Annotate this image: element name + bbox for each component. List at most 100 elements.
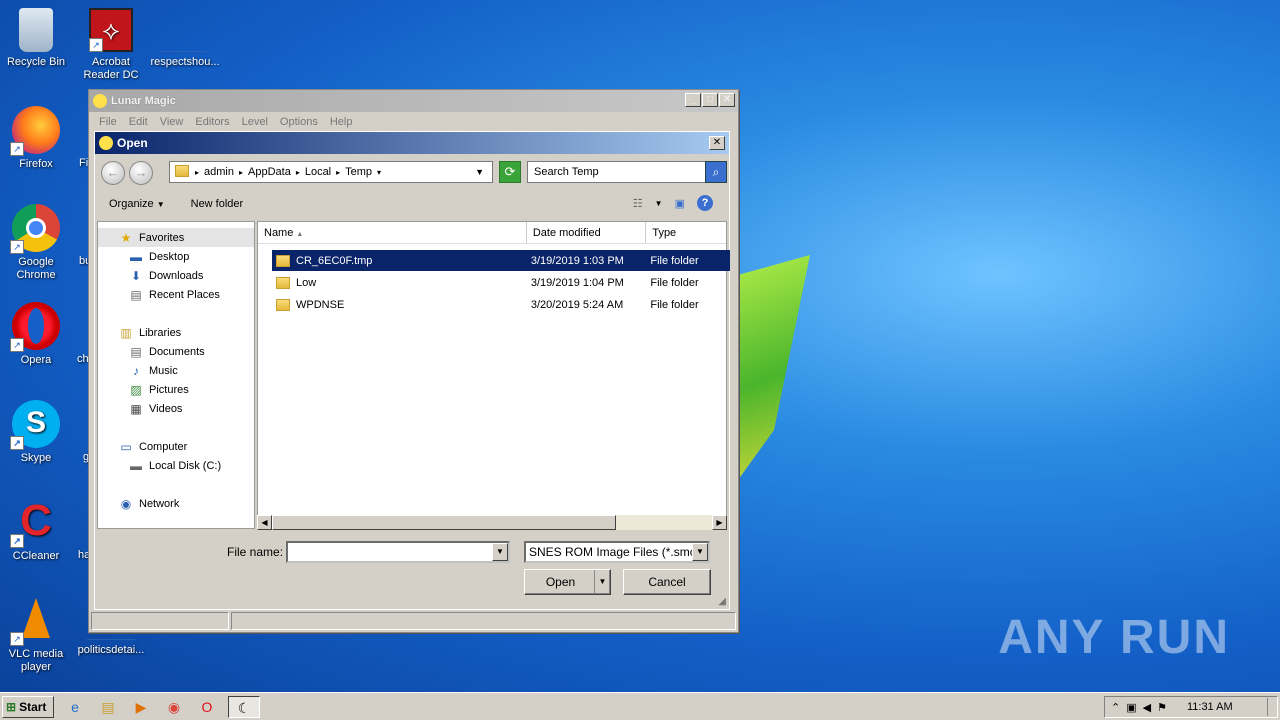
horizontal-scrollbar[interactable]: ◀ ▶ <box>257 515 727 530</box>
desktop-icon-vlc[interactable]: ↗ VLC media player <box>1 596 71 674</box>
desktop-icon-skype[interactable]: S ↗ Skype <box>1 400 71 465</box>
show-desktop-button[interactable] <box>1267 698 1277 716</box>
menu-view[interactable]: View <box>154 116 190 128</box>
desktop-icon-label: Firefox <box>19 158 53 170</box>
folder-icon <box>276 298 290 311</box>
lunar-magic-app-icon <box>99 136 113 150</box>
search-input[interactable]: Search Temp <box>534 166 599 178</box>
chrome-icon[interactable]: ◉ <box>162 696 186 718</box>
desktop-icon-ccleaner[interactable]: C ↗ CCleaner <box>1 498 71 563</box>
action-center-icon[interactable]: ⚑ <box>1157 701 1167 714</box>
recycle-bin-icon <box>19 8 53 52</box>
chevron-down-icon[interactable]: ▼ <box>692 543 708 561</box>
open-dialog: Open ✕ ← → ▸ admin ▸ AppData ▸ Local ▸ Temp… <box>94 131 730 610</box>
chrome-icon: ↗ <box>10 204 60 254</box>
menu-help[interactable]: Help <box>324 116 359 128</box>
file-row[interactable]: CR_6EC0F.tmp 3/19/2019 1:03 PM File fold… <box>272 250 730 271</box>
help-icon[interactable]: ? <box>697 195 713 211</box>
lunar-magic-task-icon[interactable]: ☾ <box>228 695 260 718</box>
search-icon[interactable]: ⌕ <box>705 161 727 183</box>
nav-favorites[interactable]: ★ Favorites <box>98 228 254 247</box>
preview-pane-icon[interactable]: ▣ <box>675 197 685 210</box>
nav-libraries[interactable]: ▥ Libraries <box>98 323 254 342</box>
nav-item-music[interactable]: ♪ Music <box>98 361 254 380</box>
desktop-icon-opera[interactable]: ↗ Opera <box>1 302 71 367</box>
start-button[interactable]: ⊞ Start <box>2 695 54 718</box>
chevron-down-icon[interactable]: ▼ <box>492 543 508 561</box>
nav-network[interactable]: ◉ Network <box>98 494 254 513</box>
maximize-button[interactable]: □ <box>702 93 718 107</box>
taskbar: ⊞ Start e ▤ ▶ ◉ O ☾ ⌃ ▣ ◀ ⚑ 11:31 AM <box>0 692 1280 720</box>
file-type-select[interactable]: SNES ROM Image Files (*.smc,* ▼ <box>524 541 710 563</box>
menu-editors[interactable]: Editors <box>189 116 235 128</box>
scroll-left-icon[interactable]: ◀ <box>257 515 272 530</box>
open-button[interactable]: Open ▼ <box>524 569 611 595</box>
explorer-icon[interactable]: ▤ <box>96 696 120 718</box>
file-row[interactable]: Low 3/19/2019 1:04 PM File folder <box>272 272 730 293</box>
close-button[interactable]: ✕ <box>719 93 735 107</box>
pictures-icon: ▨ <box>130 382 142 397</box>
breadcrumb-temp[interactable]: Temp ▾ <box>345 166 381 178</box>
nav-item-videos[interactable]: ▦ Videos <box>98 399 254 418</box>
window-title: Lunar Magic <box>111 95 176 107</box>
desktop-icon-acrobat[interactable]: ⟡ ↗ Acrobat Reader DC <box>76 8 146 82</box>
file-name-field[interactable]: ▼ <box>286 541 510 563</box>
file-row[interactable]: WPDNSE 3/20/2019 5:24 AM File folder <box>272 294 730 315</box>
breadcrumb-admin[interactable]: admin ▸ <box>204 166 243 178</box>
organize-button[interactable]: Organize ▼ <box>109 198 165 210</box>
column-header-date[interactable]: Date modified <box>527 222 647 243</box>
file-name-row: File name: ▼ SNES ROM Image Files (*.smc… <box>95 541 731 563</box>
desktop-icon-label: Acrobat Reader DC <box>83 56 139 81</box>
network-tray-icon[interactable]: ▣ <box>1126 701 1136 714</box>
view-options-icon[interactable]: ☷ <box>633 197 643 210</box>
new-folder-button[interactable]: New folder <box>191 198 244 210</box>
dialog-titlebar[interactable]: Open <box>95 132 729 154</box>
nav-item-desktop[interactable]: ▬ Desktop <box>98 247 254 266</box>
lunar-magic-app-icon <box>93 94 107 108</box>
menu-level[interactable]: Level <box>236 116 274 128</box>
minimize-button[interactable]: _ <box>685 93 701 107</box>
nav-item-documents[interactable]: ▤ Documents <box>98 342 254 361</box>
scroll-right-icon[interactable]: ▶ <box>712 515 727 530</box>
breadcrumb-local[interactable]: Local ▸ <box>305 166 340 178</box>
media-player-icon[interactable]: ▶ <box>129 696 153 718</box>
dialog-close-button[interactable]: ✕ <box>709 136 725 150</box>
anyrun-watermark: ANY RUN <box>998 611 1230 664</box>
cancel-button[interactable]: Cancel <box>623 569 711 595</box>
menu-edit[interactable]: Edit <box>123 116 154 128</box>
address-bar[interactable]: ▸ admin ▸ AppData ▸ Local ▸ Temp ▾ ▼ <box>169 161 493 183</box>
tray-expand-icon[interactable]: ⌃ <box>1111 701 1120 714</box>
clock[interactable]: 11:31 AM <box>1187 701 1233 713</box>
search-box[interactable]: Search Temp ⌕ <box>527 161 727 183</box>
back-button[interactable]: ← <box>101 160 125 185</box>
desktop-icon-firefox[interactable]: ↗ Firefox <box>1 106 71 171</box>
desktop-icon-label: Google Chrome <box>16 256 56 281</box>
column-header-name[interactable]: Name ▲ <box>258 222 527 243</box>
desktop-icon-recycle-bin[interactable]: Recycle Bin <box>1 8 71 69</box>
desktop-icon-chrome[interactable]: ↗ Google Chrome <box>1 204 71 282</box>
ie-icon[interactable]: e <box>63 696 87 718</box>
nav-item-pictures[interactable]: ▨ Pictures <box>98 380 254 399</box>
scrollbar-thumb[interactable] <box>272 515 616 530</box>
window-titlebar[interactable]: Lunar Magic _ □ ✕ <box>89 90 738 112</box>
menu-bar: File Edit View Editors Level Options Hel… <box>89 112 738 131</box>
volume-icon[interactable]: ◀ <box>1143 701 1151 714</box>
menu-options[interactable]: Options <box>274 116 324 128</box>
nav-item-recent-places[interactable]: ▤ Recent Places <box>98 285 254 304</box>
breadcrumb-appdata[interactable]: AppData ▸ <box>248 166 300 178</box>
nav-computer[interactable]: ▭ Computer <box>98 437 254 456</box>
desktop-icon-respectshou[interactable]: respectshou... <box>150 8 220 69</box>
nav-item-local-disk[interactable]: ▬ Local Disk (C:) <box>98 456 254 475</box>
open-dropdown-icon[interactable]: ▼ <box>594 570 610 594</box>
address-dropdown-icon[interactable]: ▼ <box>475 167 484 177</box>
downloads-icon: ⬇ <box>130 268 142 283</box>
refresh-button[interactable]: ⟳ <box>499 161 521 183</box>
status-panel <box>91 612 229 630</box>
opera-icon[interactable]: O <box>195 696 219 718</box>
column-header-type[interactable]: Type <box>646 222 726 243</box>
nav-item-downloads[interactable]: ⬇ Downloads <box>98 266 254 285</box>
forward-button[interactable]: → <box>129 160 153 185</box>
resize-grip-icon[interactable]: ◢ <box>718 596 726 607</box>
menu-file[interactable]: File <box>93 116 123 128</box>
chevron-down-icon[interactable]: ▼ <box>655 199 663 208</box>
